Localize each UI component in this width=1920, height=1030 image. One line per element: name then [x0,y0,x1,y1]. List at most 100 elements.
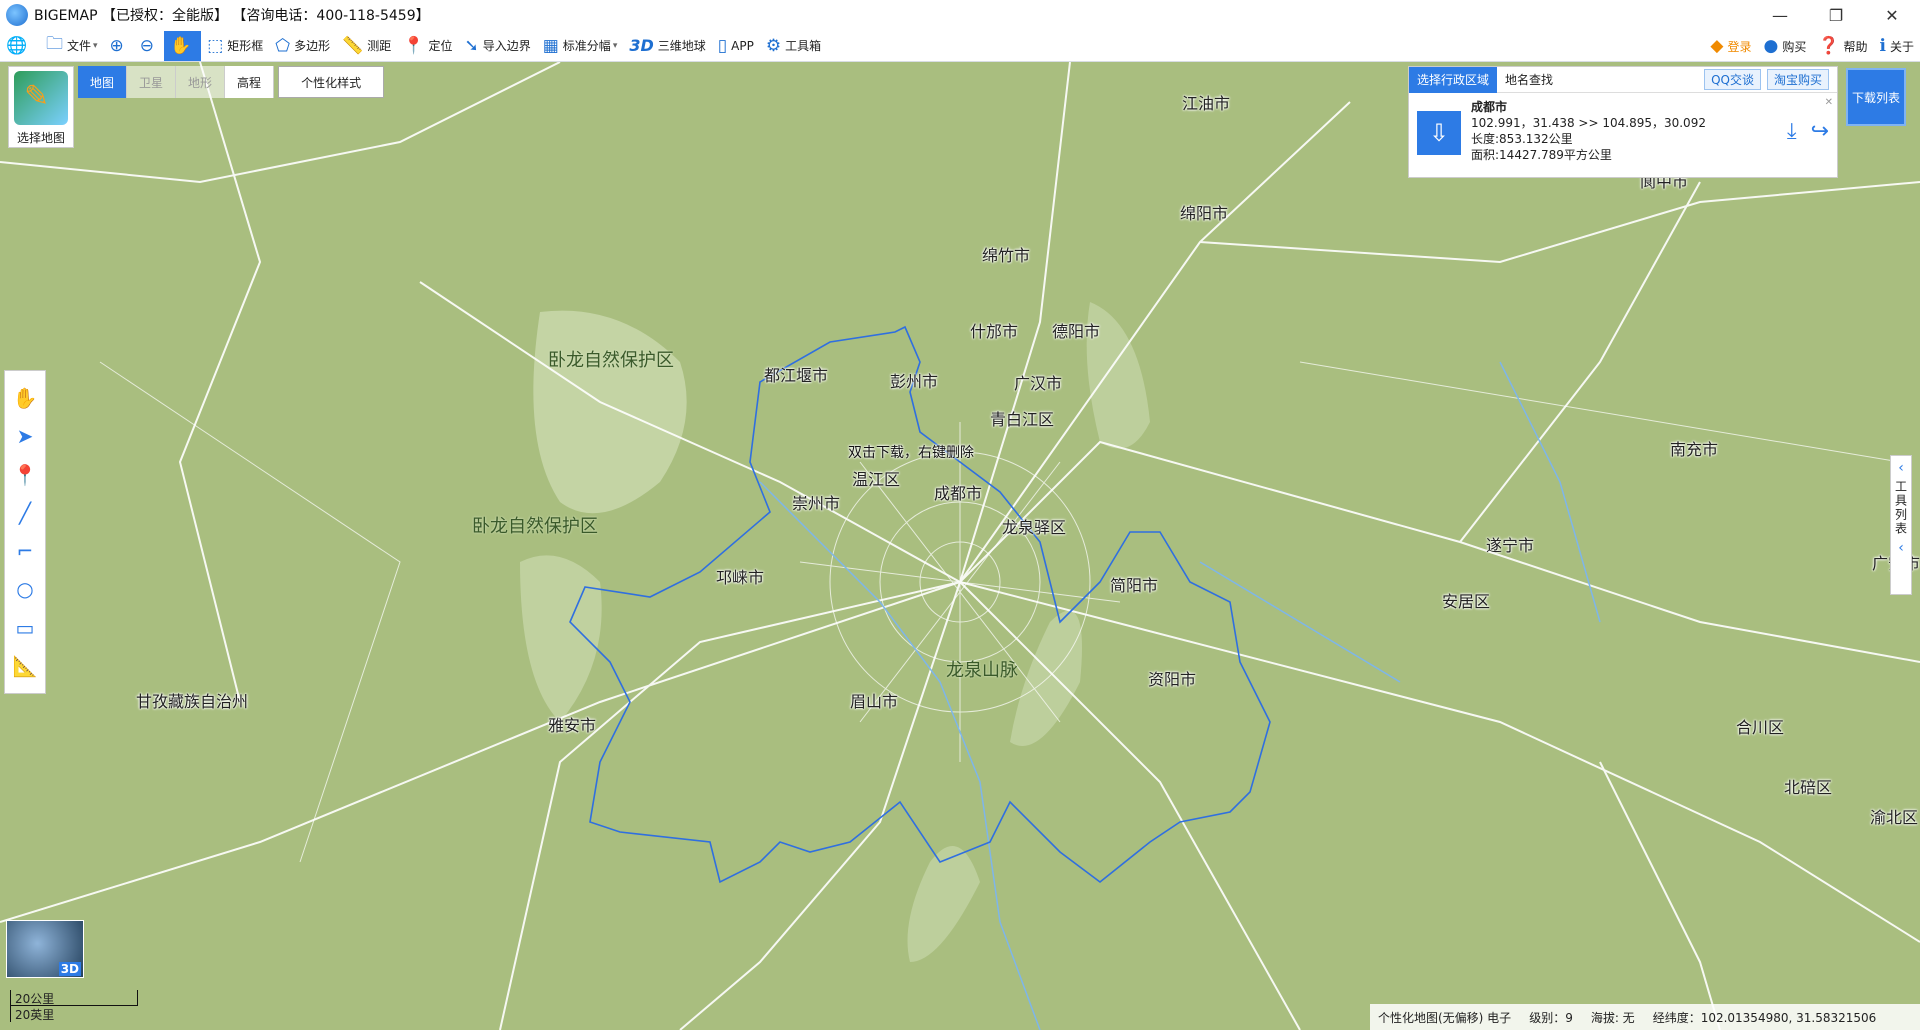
3d-icon: 3D [629,36,654,55]
map-label: 成都市 [934,484,983,503]
ruler-icon[interactable]: 📐 [13,654,38,678]
map-label: 简阳市 [1110,576,1159,595]
polyline-icon[interactable]: ⌐ [17,539,34,563]
custom-style-button[interactable]: 个性化样式 [278,66,385,98]
location-icon: 📍 [403,35,425,56]
map-label: 青白江区 [990,410,1055,429]
globe-icon: 🌐 [6,35,28,56]
close-button[interactable]: ✕ [1864,0,1920,30]
buy-icon: ● [1763,36,1779,56]
region-length: 长度:853.132公里 [1471,132,1573,146]
map-label: 合川区 [1736,718,1785,737]
map-label: 江油市 [1182,94,1231,113]
tb-globe[interactable]: 🌐 [0,31,40,61]
line-icon[interactable]: ╱ [19,501,31,525]
taobao-buy-button[interactable]: 淘宝购买 [1766,69,1829,90]
login-button[interactable]: ◆ 登录 [1704,31,1757,61]
status-map-name: 个性化地图(无偏移) 电子 [1378,1010,1512,1025]
chevron-left-icon: ‹ [1898,540,1904,556]
circle-icon[interactable]: ○ [16,577,33,601]
draw-tools: ✋ ➤ 📍 ╱ ⌐ ○ ▭ 📐 [4,370,46,694]
maximize-button[interactable]: ❐ [1808,0,1864,30]
import-boundary-icon: ➘ [464,35,479,56]
folder-icon: 🗀 [46,34,63,54]
map-label: 彭州市 [890,372,939,391]
tab-terrain[interactable]: 地形 [176,66,226,98]
ruler-icon: 📏 [342,35,364,56]
share-icon[interactable]: ↪ [1811,119,1829,163]
region-name: 成都市 [1471,100,1508,114]
polygon-icon: ⬠ [275,35,291,56]
help-button[interactable]: ❓ 帮助 [1812,31,1873,61]
standard-sheet-button[interactable]: ▦ 标准分幅 ▾ [537,31,624,61]
pointer-icon[interactable]: ➤ [17,424,34,448]
map-label: 温江区 [852,470,901,489]
rectangle-icon[interactable]: ▭ [16,616,35,640]
download-list-button[interactable]: 下载列表 [1846,68,1906,126]
marker-icon[interactable]: 📍 [13,463,38,487]
map-label: 卧龙自然保护区 [548,350,674,371]
map-label: 龙泉山脉 [946,660,1018,681]
map-label: 广汉市 [1014,374,1063,393]
3d-globe-button[interactable]: 3D 三维地球 [623,31,711,61]
map-canvas[interactable]: 江油市 绵阳市 阆中市 绵竹市 什邡市 德阳市 卧龙自然保护区 都江堰市 彭州市… [0,62,1920,1030]
title-bar: BIGEMAP 【已授权：全能版】 【咨询电话：400-118-5459】 — … [0,0,1920,30]
tool-list-label: 工具列表 [1893,480,1908,536]
map-label: 北碚区 [1784,778,1833,797]
app-button[interactable]: ▯ APP [712,31,760,61]
map-label: 雅安市 [548,716,597,735]
tab-place-search[interactable]: 地名查找 [1497,71,1561,88]
map-type-label: 选择地图 [16,131,65,145]
locate-button[interactable]: 📍 定位 [397,31,458,61]
buy-button[interactable]: ● 购买 [1757,31,1812,61]
zoom-in-button[interactable]: ⊕ [104,31,134,61]
zoom-out-button[interactable]: ⊖ [134,31,164,61]
status-bar: 个性化地图(无偏移) 电子 级别：9 海拔: 无 经纬度：102.0135498… [1370,1004,1920,1030]
window-title: BIGEMAP 【已授权：全能版】 【咨询电话：400-118-5459】 [34,8,430,24]
qq-chat-button[interactable]: QQ交谈 [1704,69,1761,90]
info-icon: ℹ [1879,36,1886,56]
close-icon[interactable]: ✕ [1825,97,1833,108]
zoom-in-icon: ⊕ [109,35,124,56]
about-button[interactable]: ℹ 关于 [1874,31,1920,61]
polygon-button[interactable]: ⬠ 多边形 [269,31,336,61]
region-panel: 选择行政区域 地名查找 QQ交谈 淘宝购买 ✕ ⇩ 成都市 102.991，31… [1408,66,1838,178]
map-label: 绵竹市 [982,246,1031,265]
tab-elevation[interactable]: 高程 [225,66,275,98]
map-label: 遂宁市 [1486,536,1535,555]
download-icon[interactable]: ⤓ [1787,119,1797,163]
map-type-selector[interactable]: ✎ 选择地图 [8,66,74,148]
import-boundary-button[interactable]: ➘ 导入边界 [458,31,536,61]
minimap-3d-label: 3D [58,962,81,976]
scale-bar: 20公里 20英里 [10,990,138,1024]
map-label: 什邡市 [970,322,1019,341]
map-label: 资阳市 [1148,670,1197,689]
minimap-3d[interactable]: 3D [6,920,84,978]
map-label: 卧龙自然保护区 [472,516,598,537]
tab-select-region[interactable]: 选择行政区域 [1409,66,1498,93]
rectangle-select-icon: ⬚ [207,35,224,56]
user-icon: ◆ [1710,36,1724,56]
tab-map[interactable]: 地图 [78,66,128,98]
map-label: 崇州市 [792,494,841,513]
gear-icon: ⚙ [765,35,782,56]
file-menu[interactable]: 🗀 文件 ▾ [40,31,104,61]
tool-list-toggle[interactable]: ‹ 工具列表 ‹ [1890,455,1912,595]
tab-satellite[interactable]: 卫星 [127,66,177,98]
scale-mi: 20英里 [10,1006,138,1022]
toolbox-button[interactable]: ⚙ 工具箱 [760,31,827,61]
rectangle-select-button[interactable]: ⬚ 矩形框 [201,31,269,61]
status-lnglat: 经纬度：102.01354980, 31.58321506 [1652,1010,1877,1025]
measure-button[interactable]: 📏 测距 [336,31,397,61]
hand-icon[interactable]: ✋ [13,386,38,410]
scale-km: 20公里 [10,990,138,1006]
map-label: 龙泉驿区 [1002,518,1067,537]
status-level: 级别：9 [1529,1010,1573,1025]
main-toolbar: 🌐 🗀 文件 ▾ ⊕ ⊖ ✋ ⬚ 矩形框 ⬠ 多边形 📏 测距 📍 定位 ➘ 导入边界 ▦ 标准… [0,30,1920,62]
minimize-button[interactable]: — [1752,0,1808,30]
map-label: 眉山市 [850,692,899,711]
map-hint: 双击下载，右键删除 [848,445,974,461]
map-label: 渝北区 [1870,808,1919,827]
pan-button[interactable]: ✋ [164,30,202,61]
app-logo [6,4,28,26]
